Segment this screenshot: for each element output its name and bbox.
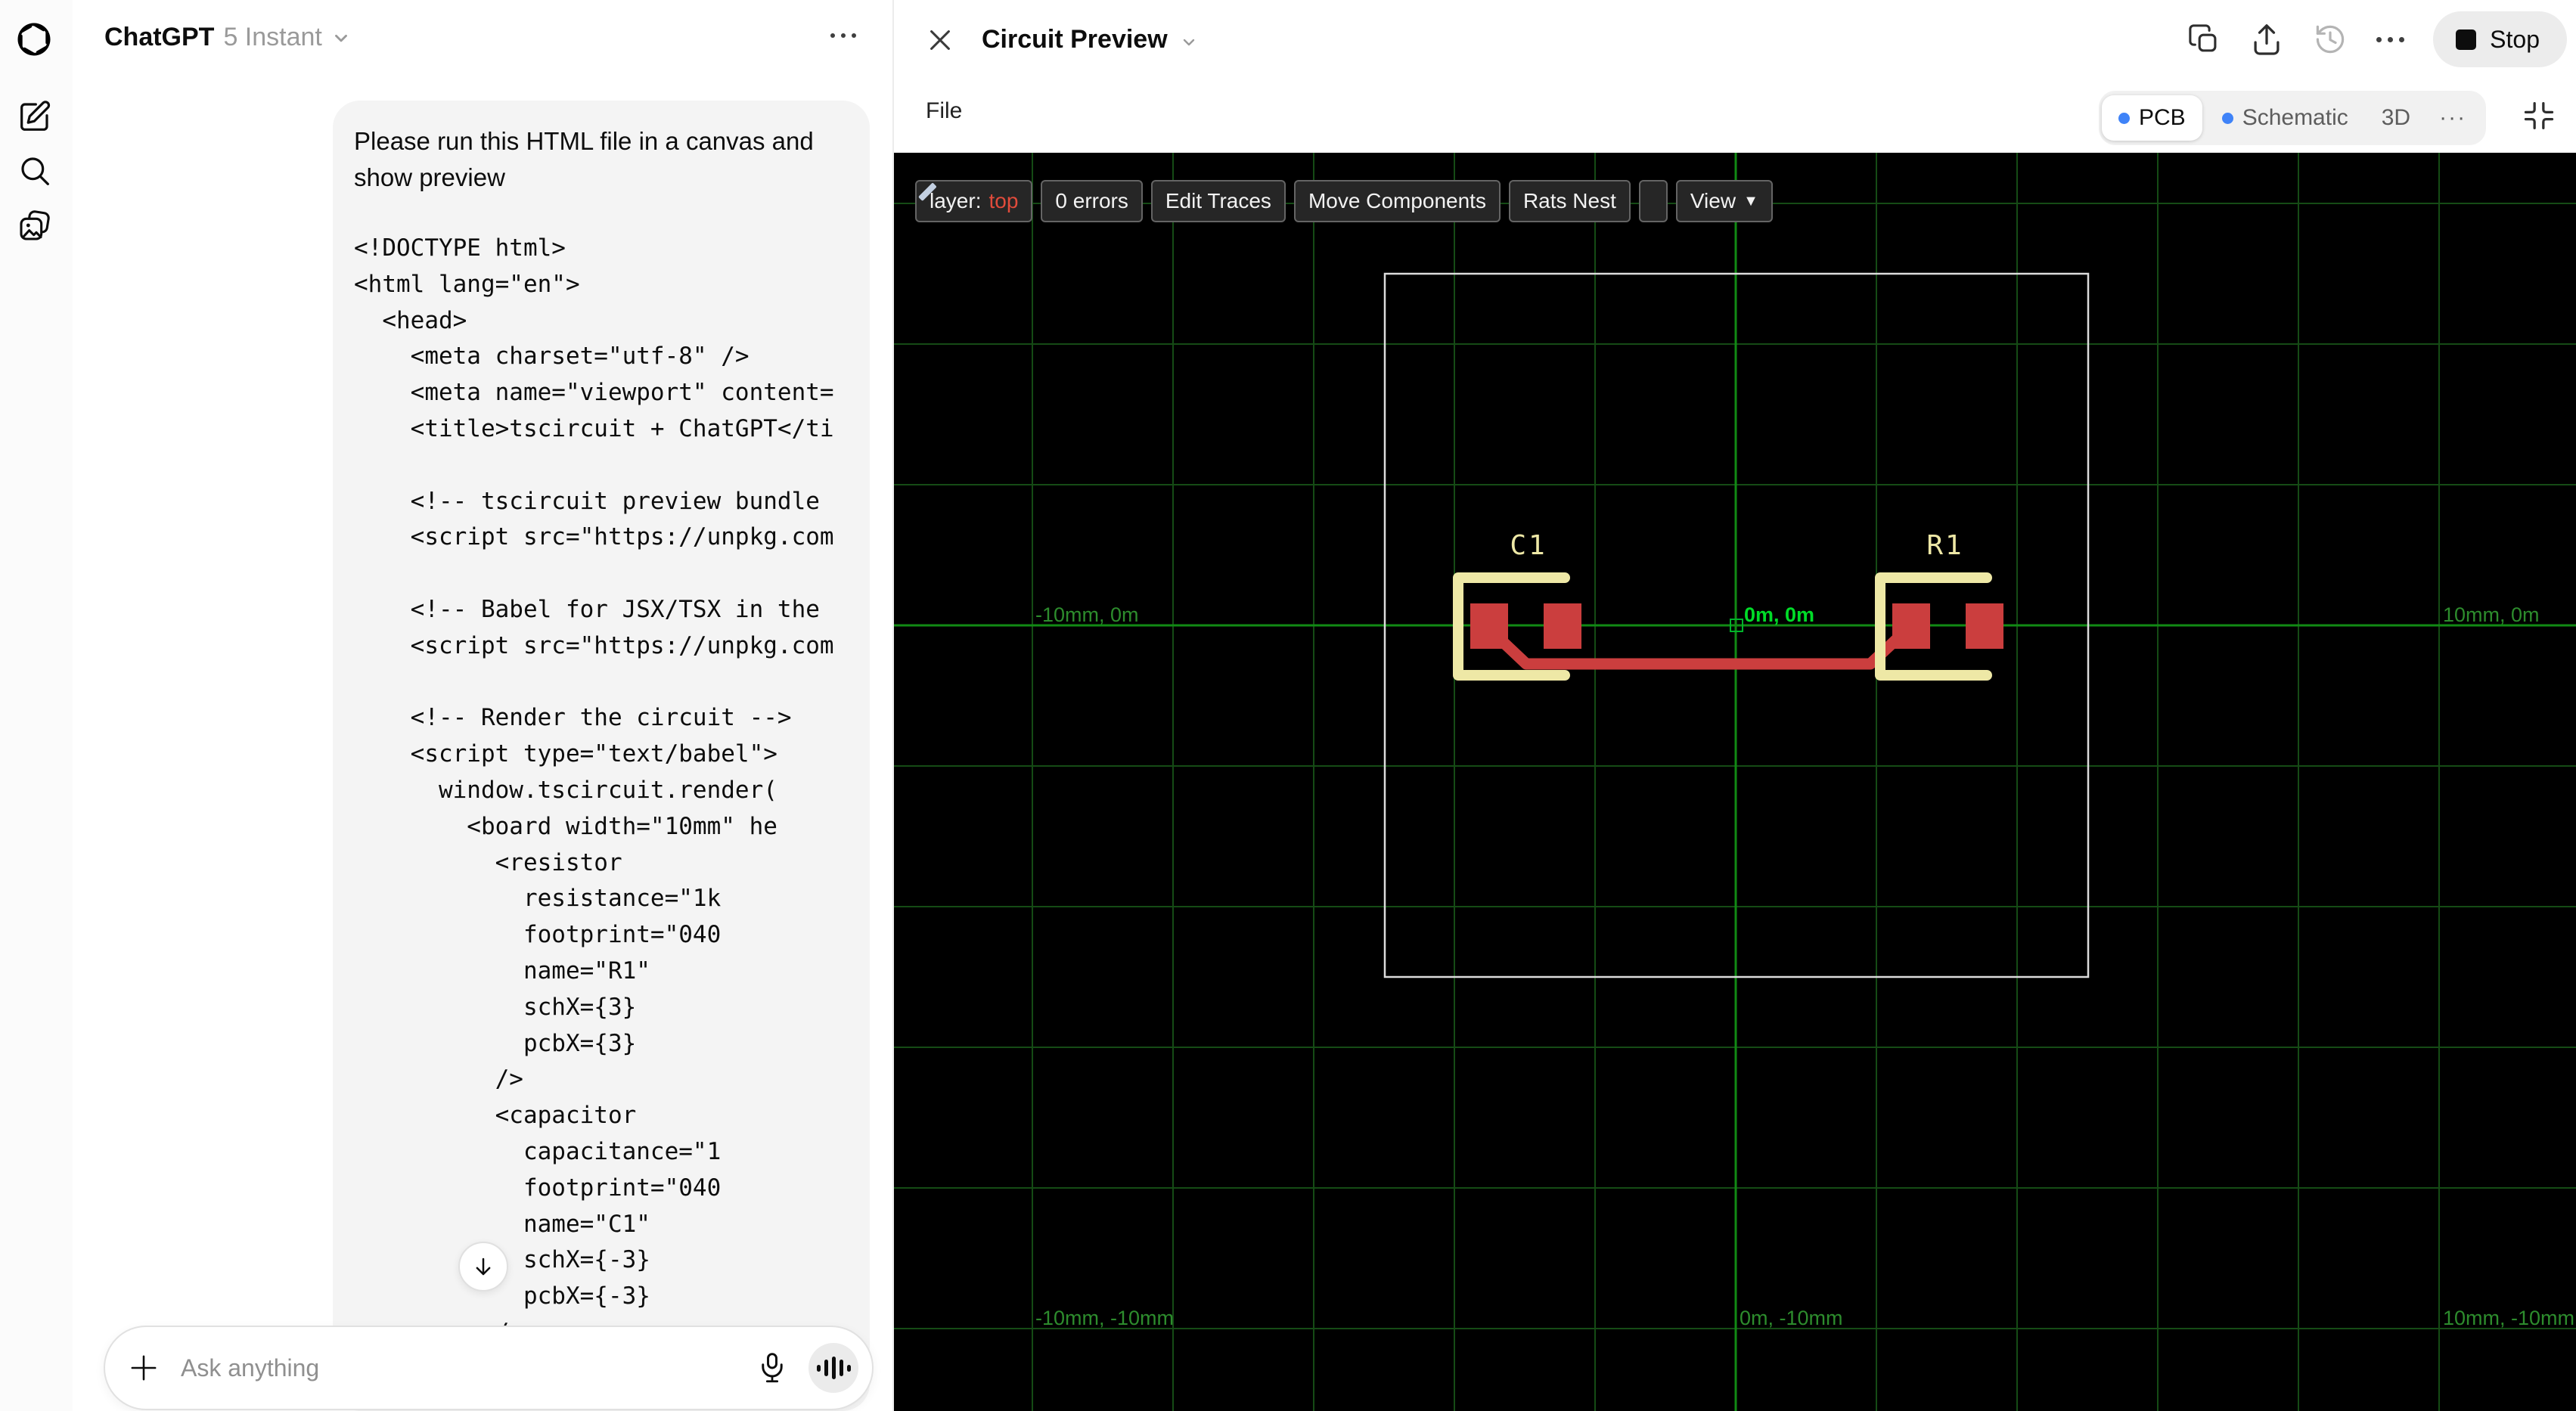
coord-label-bottom-right: 10mm, -10mm	[2443, 1307, 2574, 1329]
chevron-down-icon	[331, 28, 351, 48]
pcb-toolbar: layer: top 0 errors Edit Traces Move Com…	[915, 180, 1773, 222]
stop-label: Stop	[2490, 25, 2540, 53]
library-button[interactable]	[15, 207, 54, 247]
copy-button[interactable]	[2187, 23, 2221, 56]
file-menu[interactable]: File	[926, 98, 962, 124]
tab-schematic[interactable]: Schematic	[2205, 91, 2365, 145]
errors-button[interactable]: 0 errors	[1041, 180, 1143, 222]
model-name: 5 Instant	[223, 23, 322, 51]
compose-icon	[17, 98, 53, 135]
user-message-code: <!DOCTYPE html> <html lang="en"> <head> …	[354, 234, 834, 1346]
canvas-title: Circuit Preview	[982, 25, 1168, 54]
canvas-header: Circuit Preview Stop	[894, 0, 2576, 79]
app-title: ChatGPT	[104, 23, 215, 51]
draw-trace-button[interactable]	[918, 180, 1668, 222]
chat-panel: ChatGPT 5 Instant Please run this HTML f…	[73, 0, 892, 1411]
more-icon	[830, 33, 835, 38]
user-message-text: Please run this HTML file in a canvas an…	[354, 127, 814, 191]
blue-dot-icon	[2118, 112, 2130, 124]
scroll-to-bottom-button[interactable]	[458, 1242, 508, 1292]
openai-logo-icon	[14, 19, 54, 60]
close-canvas-button[interactable]	[926, 26, 954, 54]
view-tabs: PCB Schematic 3D ···	[2099, 91, 2486, 145]
chevron-down-icon	[1180, 33, 1198, 51]
conversation-more-button[interactable]	[830, 33, 856, 38]
search-icon	[17, 153, 53, 189]
canvas-more-button[interactable]	[2376, 36, 2405, 42]
edit-traces-button[interactable]: Edit Traces	[1150, 180, 1286, 222]
sidebar-rail	[0, 0, 74, 1411]
search-button[interactable]	[15, 151, 54, 191]
message-input[interactable]	[179, 1353, 756, 1383]
view-dropdown-button[interactable]: View ▼	[1675, 180, 1773, 222]
pcb-viewport[interactable]: C1 R1 0m, 0m -10mm, 0m 10mm, 0m -10mm, -…	[894, 153, 2576, 1411]
tabs-more-button[interactable]: ···	[2427, 105, 2478, 131]
composer-bar	[104, 1326, 874, 1410]
voice-mode-button[interactable]	[808, 1343, 858, 1393]
pcb-drawing: C1 R1 0m, 0m -10mm, 0m 10mm, 0m -10mm, -…	[894, 153, 2576, 1411]
component-r1[interactable]: R1	[1875, 530, 2003, 681]
history-button[interactable]	[2313, 22, 2348, 57]
coord-label-bottom-center: 0m, -10mm	[1740, 1307, 1843, 1329]
arrow-down-icon	[472, 1255, 495, 1278]
ref-label-c1: C1	[1510, 530, 1547, 561]
app-window: ChatGPT 5 Instant Please run this HTML f…	[0, 0, 2576, 1411]
canvas-subheader: File PCB Schematic 3D ···	[894, 79, 2576, 153]
caret-down-icon: ▼	[1743, 192, 1758, 209]
mic-button[interactable]	[756, 1351, 789, 1385]
layer-value: top	[989, 189, 1019, 212]
stop-icon	[2456, 29, 2477, 50]
move-components-button[interactable]: Move Components	[1293, 180, 1501, 222]
share-button[interactable]	[2249, 22, 2284, 57]
attach-button[interactable]	[128, 1352, 160, 1384]
rats-nest-button[interactable]: Rats Nest	[1508, 180, 1631, 222]
tab-3d[interactable]: 3D	[2365, 91, 2427, 145]
coord-label-right: 10mm, 0m	[2443, 603, 2540, 626]
ref-label-r1: R1	[1926, 530, 1963, 561]
user-message-bubble: Please run this HTML file in a canvas an…	[333, 101, 870, 1411]
chat-header: ChatGPT 5 Instant	[73, 0, 892, 79]
canvas-actions: Stop	[2187, 0, 2567, 79]
waveform-icon	[816, 1364, 821, 1372]
model-switcher[interactable]: ChatGPT 5 Instant	[104, 23, 351, 52]
stop-button[interactable]: Stop	[2433, 11, 2567, 67]
library-icon	[17, 209, 53, 245]
more-icon	[2376, 36, 2382, 42]
coord-label-bottom-left: -10mm, -10mm	[1035, 1307, 1174, 1329]
new-chat-button[interactable]	[15, 97, 54, 136]
blue-dot-icon	[2221, 112, 2233, 124]
collapse-canvas-button[interactable]	[2523, 100, 2555, 132]
canvas-title-dropdown[interactable]: Circuit Preview	[982, 25, 1198, 54]
origin-label: 0m, 0m	[1744, 603, 1814, 626]
coord-label-left: -10mm, 0m	[1035, 603, 1139, 626]
canvas-panel: Circuit Preview Stop File PCB Schematic …	[892, 0, 2576, 1411]
tab-pcb[interactable]: PCB	[2102, 95, 2202, 141]
